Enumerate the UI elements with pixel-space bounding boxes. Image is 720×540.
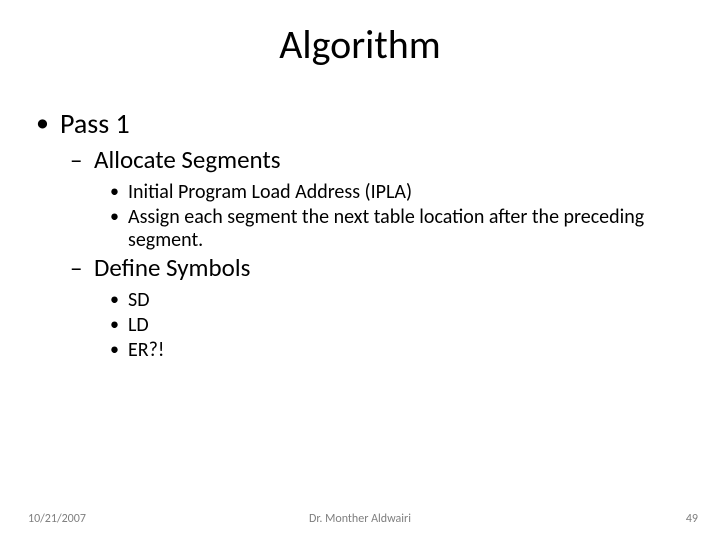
slide-body: Pass 1 Allocate Segments Initial Program… xyxy=(32,108,688,364)
bullet-er: ER?! xyxy=(32,339,688,362)
footer-author: Dr. Monther Aldwairi xyxy=(0,512,720,526)
slide: Algorithm Pass 1 Allocate Segments Initi… xyxy=(0,0,720,540)
bullet-ipla: Initial Program Load Address (IPLA) xyxy=(32,181,688,204)
bullet-ld: LD xyxy=(32,314,688,337)
bullet-pass1: Pass 1 xyxy=(32,108,688,140)
footer-page-number: 49 xyxy=(686,512,698,526)
bullet-sd: SD xyxy=(32,289,688,312)
bullet-allocate: Allocate Segments xyxy=(32,146,688,175)
slide-title: Algorithm xyxy=(0,20,720,69)
bullet-assign: Assign each segment the next table locat… xyxy=(32,206,688,252)
bullet-define: Define Symbols xyxy=(32,254,688,283)
